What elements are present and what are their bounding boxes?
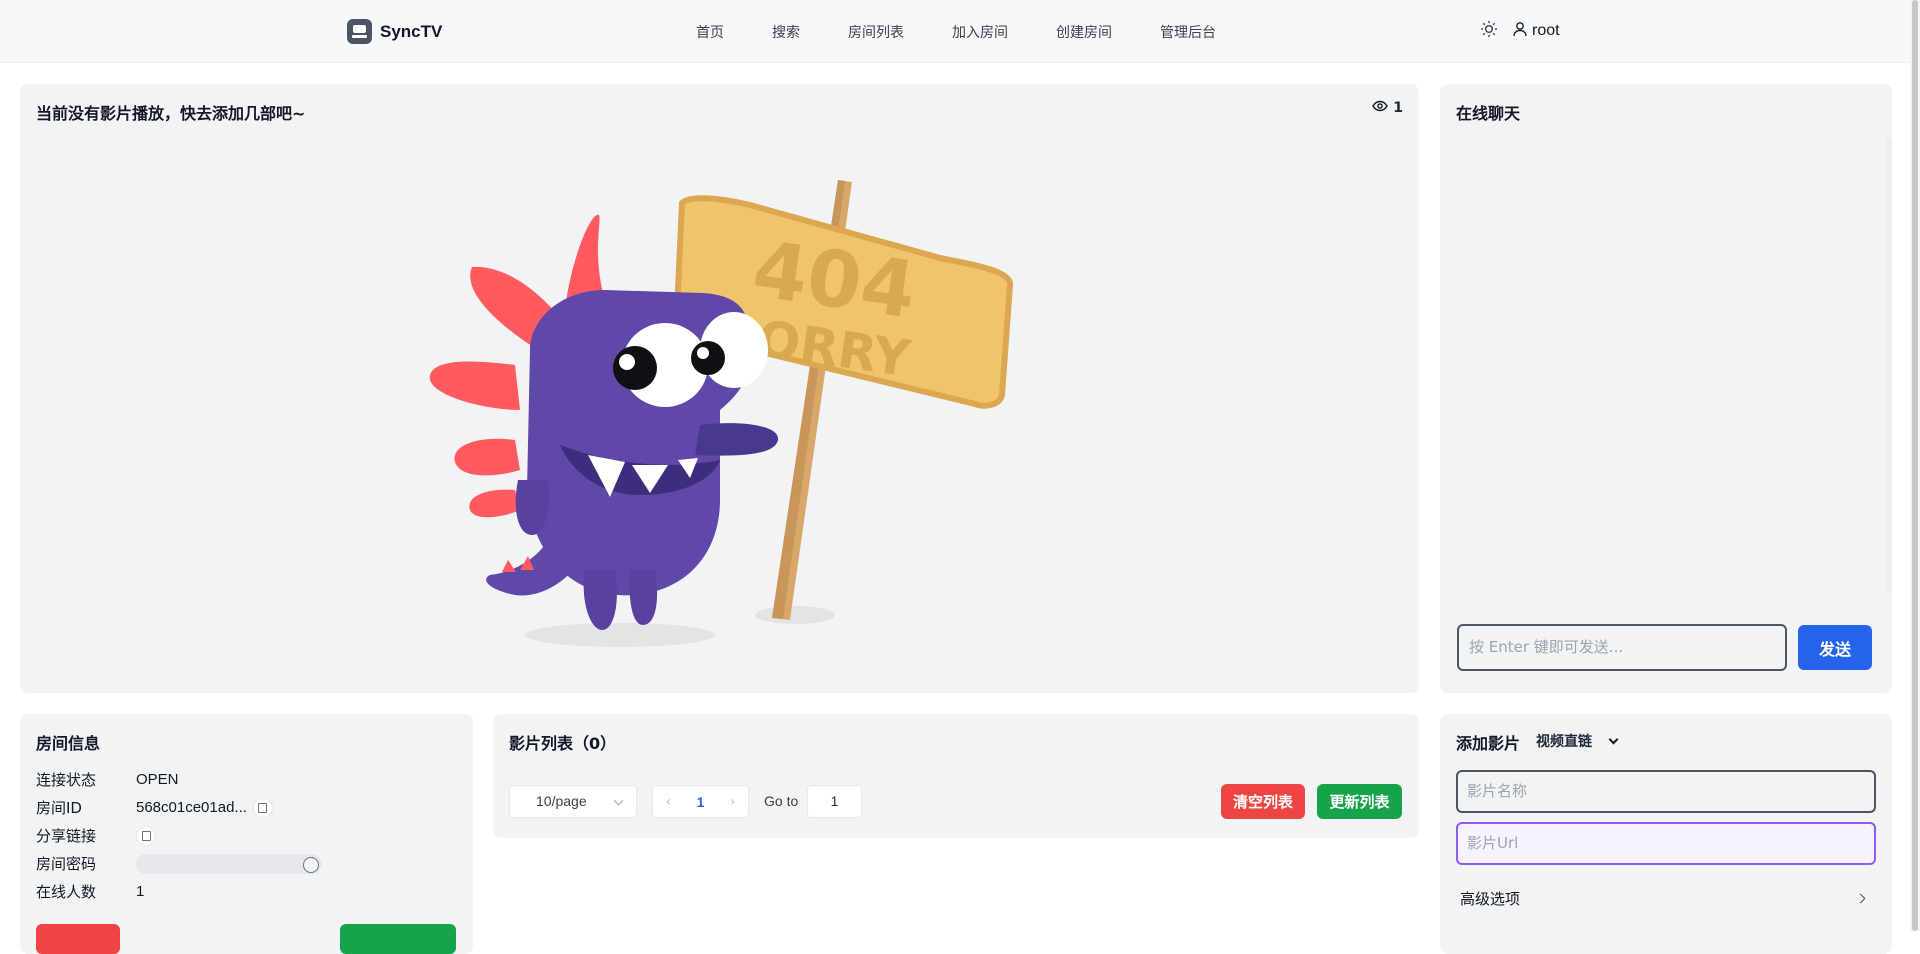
prev-page-icon[interactable]: ‹	[666, 794, 672, 810]
online-count-value: 1	[136, 883, 145, 900]
username: root	[1532, 22, 1560, 39]
advanced-options-toggle[interactable]: 高级选项	[1460, 888, 1872, 909]
password-toggle[interactable]	[136, 853, 322, 874]
nav-link-create-room[interactable]: 创建房间	[1056, 22, 1112, 42]
page-scrollbar-thumb[interactable]	[1912, 0, 1918, 931]
page-size-select[interactable]: 10/page	[509, 785, 637, 818]
chevron-down-icon	[1608, 734, 1619, 744]
info-key: 房间ID	[36, 799, 82, 817]
nav-link-room-list[interactable]: 房间列表	[848, 22, 904, 42]
user-icon	[1512, 21, 1528, 42]
info-key: 房间密码	[36, 855, 97, 873]
chat-title: 在线聊天	[1456, 104, 1521, 123]
tv-logo-icon	[347, 19, 372, 44]
clear-list-button[interactable]: 清空列表	[1221, 784, 1305, 819]
update-list-button[interactable]: 更新列表	[1317, 784, 1402, 819]
goto-page-input[interactable]: 1	[807, 785, 862, 818]
room-info-title: 房间信息	[36, 734, 101, 753]
current-page[interactable]: 1	[697, 794, 705, 810]
top-navbar: SyncTV 首页 搜索 房间列表 加入房间 创建房间 管理后台 root	[0, 0, 1910, 63]
chat-scrollbar[interactable]	[1886, 138, 1892, 592]
info-key: 连接状态	[36, 771, 97, 789]
eye-icon	[1372, 100, 1389, 116]
room-danger-button[interactable]	[36, 924, 120, 954]
pagination: ‹ 1 ›	[652, 785, 749, 818]
copy-room-id-icon[interactable]	[252, 797, 273, 818]
movie-list-card: 影片列表（0） 10/page ‹ 1 › Go to 1 清空列表 更新列表	[493, 714, 1419, 838]
info-row-room-password: 房间密码	[36, 853, 322, 874]
nav-link-search[interactable]: 搜索	[772, 22, 800, 42]
advanced-options-label: 高级选项	[1460, 890, 1521, 908]
chat-messages-area[interactable]	[1456, 138, 1876, 592]
info-row-share-link: 分享链接	[36, 825, 156, 846]
user-menu[interactable]: root	[1512, 21, 1560, 42]
room-info-card: 房间信息 连接状态 OPEN 房间ID 568c01ce01ad... 分享链接…	[20, 714, 473, 954]
brand-name: SyncTV	[380, 21, 443, 41]
chat-card: 在线聊天 按 Enter 键即可发送... 发送	[1440, 84, 1892, 693]
theme-toggle-sun-icon[interactable]	[1480, 20, 1498, 42]
room-id-value: 568c01ce01ad...	[136, 799, 247, 816]
404-sorry-monster-illustration: 404 SORRY	[429, 180, 1013, 647]
movie-url-input[interactable]: 影片Url	[1456, 822, 1876, 865]
info-key: 在线人数	[36, 883, 97, 901]
goto-label: Go to	[764, 793, 799, 809]
page-scrollbar[interactable]	[1910, 0, 1920, 931]
copy-share-link-icon[interactable]	[136, 825, 156, 846]
brand[interactable]: SyncTV	[347, 19, 442, 44]
info-key: 分享链接	[36, 827, 97, 845]
viewer-count: 1	[1372, 100, 1403, 116]
nav-right: root	[1480, 20, 1560, 42]
add-movie-title: 添加影片	[1456, 734, 1521, 753]
send-button[interactable]: 发送	[1798, 625, 1872, 670]
movie-type-select[interactable]: 视频直链	[1536, 731, 1619, 751]
nav-link-home[interactable]: 首页	[696, 22, 724, 42]
info-row-room-id: 房间ID 568c01ce01ad...	[36, 797, 273, 818]
nav-links: 首页 搜索 房间列表 加入房间 创建房间 管理后台	[696, 22, 1264, 42]
next-page-icon[interactable]: ›	[730, 794, 736, 810]
chevron-right-icon	[1855, 893, 1866, 904]
add-movie-card: 添加影片 视频直链 影片名称 影片Url 高级选项	[1440, 714, 1892, 954]
movie-list-title: 影片列表（0）	[509, 734, 617, 753]
player-title: 当前没有影片播放，快去添加几部吧~	[36, 104, 306, 123]
chat-input[interactable]: 按 Enter 键即可发送...	[1457, 624, 1787, 671]
room-success-button[interactable]	[340, 924, 456, 954]
connection-status-value: OPEN	[136, 771, 179, 788]
nav-link-join-room[interactable]: 加入房间	[952, 22, 1008, 42]
viewer-count-value: 1	[1393, 100, 1403, 116]
movie-type-value: 视频直链	[1536, 734, 1592, 750]
info-row-online-count: 在线人数 1	[36, 881, 144, 902]
info-row-connection-status: 连接状态 OPEN	[36, 769, 179, 790]
movie-name-input[interactable]: 影片名称	[1456, 770, 1876, 813]
nav-link-admin[interactable]: 管理后台	[1160, 22, 1216, 42]
